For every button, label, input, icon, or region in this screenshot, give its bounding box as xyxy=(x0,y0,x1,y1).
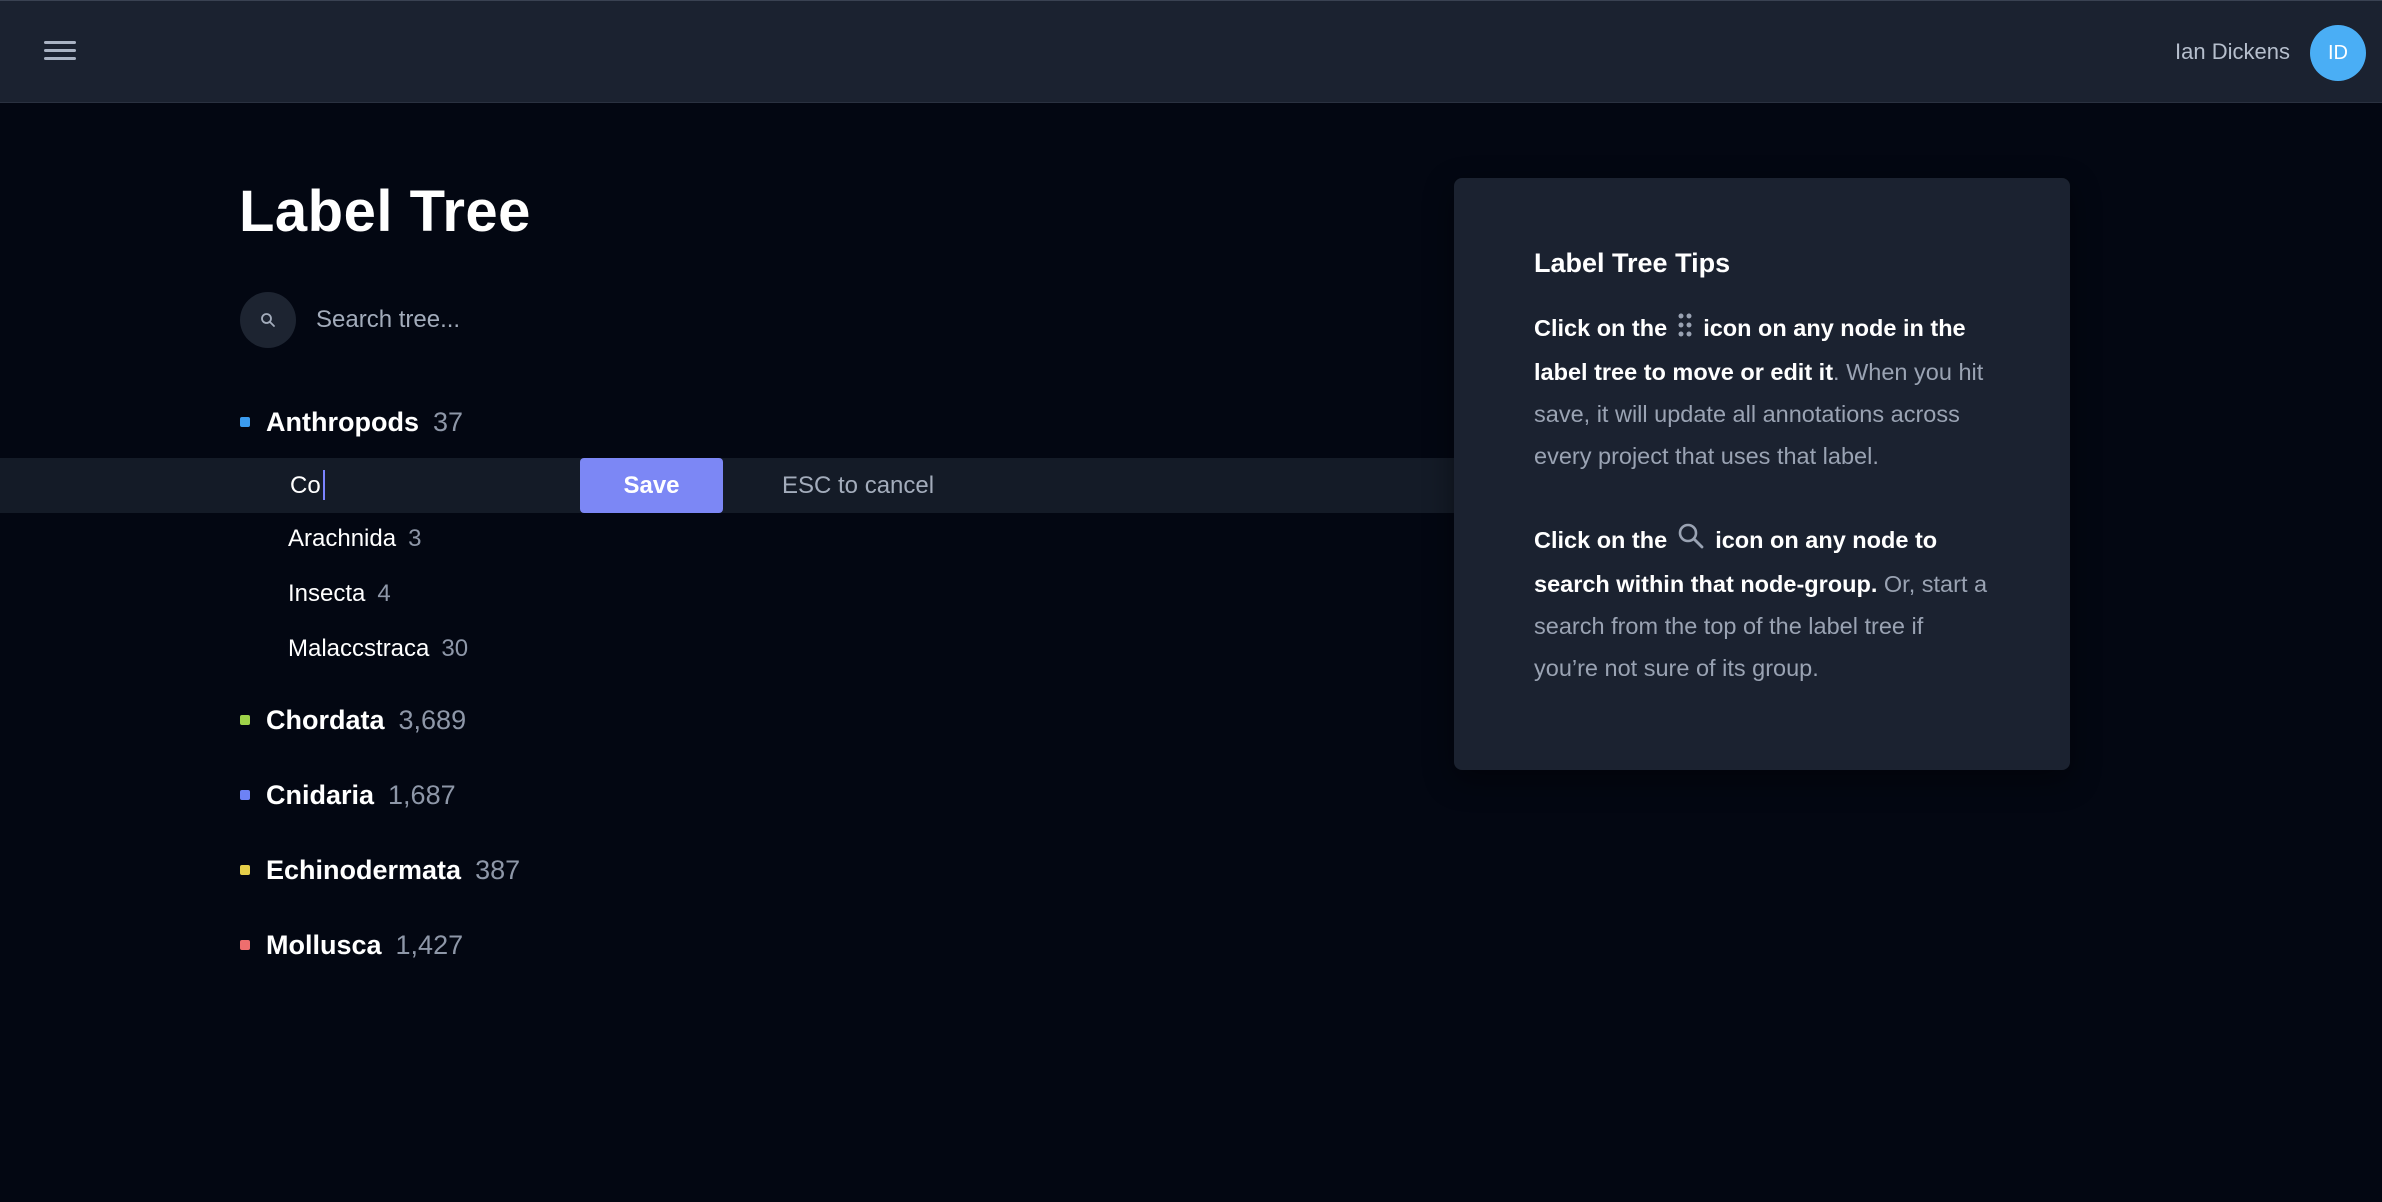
tree-node-count: 387 xyxy=(475,854,521,885)
hamburger-menu-icon[interactable] xyxy=(40,37,80,69)
tree-node-cnidaria[interactable]: Cnidaria 1,687 xyxy=(240,775,456,815)
avatar[interactable]: ID xyxy=(2310,25,2366,81)
tree-node-count: 37 xyxy=(432,406,464,437)
text-caret xyxy=(323,470,325,500)
tree-node-count: 30 xyxy=(441,635,469,662)
save-button[interactable]: Save xyxy=(580,458,723,513)
tree-node-mollusca[interactable]: Mollusca 1,427 xyxy=(240,925,463,965)
tree-node-label: Anthropods xyxy=(266,406,419,437)
search-button[interactable] xyxy=(240,292,296,348)
tip-bold-text: Click on the xyxy=(1534,526,1668,553)
cancel-hint: ESC to cancel xyxy=(782,472,935,499)
tree-node-count: 1,427 xyxy=(395,929,464,960)
user-name[interactable]: Ian Dickens xyxy=(2175,39,2290,65)
tree-node-chordata[interactable]: Chordata 3,689 xyxy=(240,700,466,740)
tree-node-anthropods[interactable]: Anthropods 37 xyxy=(240,402,463,442)
tree-node-label: Insecta xyxy=(288,580,366,607)
color-dot xyxy=(240,715,250,725)
tip-move-edit: Click on the icon on any node in the lab… xyxy=(1534,307,1990,477)
color-dot xyxy=(240,417,250,427)
tree-node-count: 1,687 xyxy=(388,779,456,810)
tree-node-malaccstraca[interactable]: Malaccstraca 30 xyxy=(288,631,468,667)
tree-node-label: Echinodermata xyxy=(266,854,462,885)
tree-node-label: Arachnida xyxy=(288,525,397,552)
search-icon xyxy=(1677,521,1705,563)
tip-bold-text: Click on the xyxy=(1534,315,1668,341)
tree-node-count: 3 xyxy=(408,525,422,552)
color-dot xyxy=(240,940,250,950)
rename-input[interactable] xyxy=(288,466,568,506)
tree-node-count: 4 xyxy=(377,580,391,607)
drag-handle-icon xyxy=(1677,309,1693,351)
tree-node-label: Cnidaria xyxy=(266,779,375,810)
color-dot xyxy=(240,865,250,875)
tip-search-group: Click on the icon on any node to search … xyxy=(1534,519,1990,689)
tips-title: Label Tree Tips xyxy=(1534,248,1731,278)
tips-card: Label Tree Tips Click on the icon on any… xyxy=(1454,178,2070,770)
edit-row: Save ESC to cancel xyxy=(0,458,1456,513)
top-bar: Ian Dickens ID xyxy=(0,0,2382,103)
tree-node-insecta[interactable]: Insecta 4 xyxy=(288,576,391,612)
search-icon xyxy=(261,313,275,327)
color-dot xyxy=(240,790,250,800)
tree-node-label: Mollusca xyxy=(266,929,382,960)
search-input[interactable] xyxy=(314,298,734,342)
tree-node-count: 3,689 xyxy=(398,704,467,735)
tree-node-label: Chordata xyxy=(266,704,385,735)
tree-node-label: Malaccstraca xyxy=(288,635,430,662)
page-title: Label Tree xyxy=(239,179,531,244)
tree-node-arachnida[interactable]: Arachnida 3 xyxy=(288,521,421,557)
tree-node-echinodermata[interactable]: Echinodermata 387 xyxy=(240,850,520,890)
